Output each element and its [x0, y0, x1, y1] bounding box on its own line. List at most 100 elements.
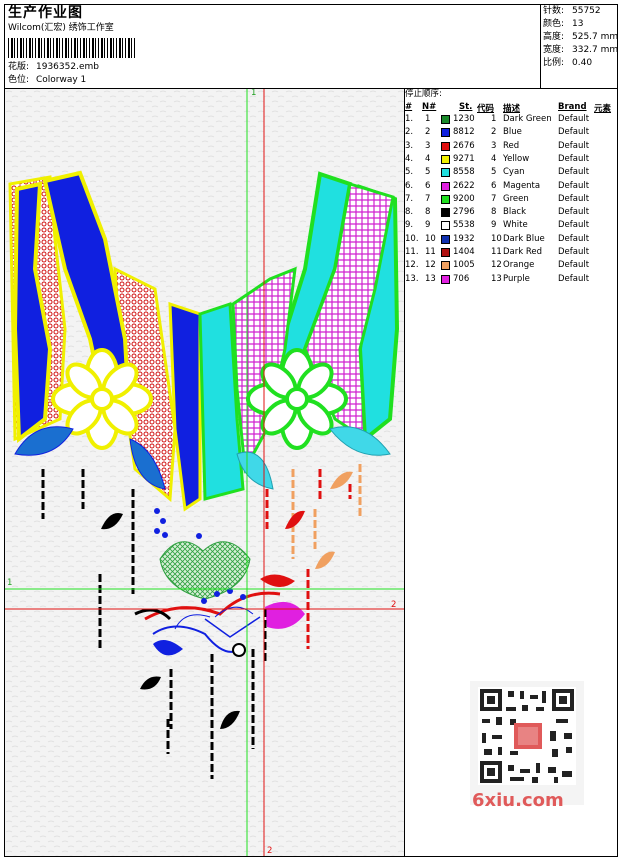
color-swatch: [441, 141, 450, 151]
legend-description: Orange: [503, 260, 535, 271]
legend-stitches: 9200: [453, 193, 475, 204]
legend-needle: 2: [425, 127, 431, 138]
legend-brand: Default: [558, 193, 590, 204]
legend-index: 2.: [405, 127, 414, 138]
legend-row: 6. 6 2622 6 Magenta Default: [405, 181, 617, 194]
legend-header-stitches: St.: [459, 102, 473, 112]
legend-brand: Default: [558, 153, 590, 164]
legend-index: 7.: [405, 193, 414, 204]
legend-code: 12: [491, 260, 502, 271]
legend-header-brand: Brand: [558, 102, 587, 112]
embroidery-preview: [5, 89, 404, 856]
colors-label: 颜色:: [543, 19, 565, 29]
legend-header-element: 元素: [594, 104, 612, 114]
barcode: [8, 38, 136, 58]
scale-value: 0.40: [572, 58, 593, 68]
scale-label: 比例:: [543, 58, 565, 68]
design-canvas[interactable]: 1 1 2 2: [5, 89, 404, 856]
stitches-value: 55752: [572, 6, 601, 16]
legend-stitches: 1005: [453, 260, 475, 271]
legend-code: 2: [491, 127, 497, 138]
legend-description: Green: [503, 193, 529, 204]
width-value: 332.7 mm: [572, 45, 619, 55]
legend-row: 11. 11 1404 11 Dark Red Default: [405, 247, 617, 260]
legend-stitches: 5538: [453, 220, 475, 231]
color-swatch: [441, 128, 450, 138]
legend-stitches: 2676: [453, 140, 475, 151]
legend-brand: Default: [558, 247, 590, 257]
colors-value: 13: [572, 19, 584, 29]
legend-code: 4: [491, 153, 497, 164]
legend-row: 13. 13 706 13 Purple Default: [405, 274, 617, 287]
legend-stitches: 8812: [453, 127, 475, 138]
color-swatch: [441, 208, 450, 218]
legend-brand: Default: [558, 127, 590, 138]
legend-needle: 13: [425, 273, 436, 284]
legend-row: 5. 5 8558 5 Cyan Default: [405, 167, 617, 180]
legend-code: 1: [491, 114, 497, 124]
stats-divider: [540, 4, 541, 88]
marker-v2-bottom: 2: [267, 846, 273, 856]
legend-description: Blue: [503, 127, 522, 138]
height-value: 525.7 mm: [572, 32, 619, 42]
legend-brand: Default: [558, 180, 590, 191]
legend-needle: 10: [425, 233, 436, 244]
legend-index: 9.: [405, 220, 414, 231]
legend-stitches: 1404: [453, 247, 475, 257]
legend-stitches: 2796: [453, 207, 475, 218]
legend-title: 停止顺序:: [405, 89, 442, 99]
legend-brand: Default: [558, 260, 590, 271]
legend-needle: 5: [425, 167, 431, 178]
marker-v1-top: 1: [251, 89, 257, 98]
legend-brand: Default: [558, 273, 590, 284]
legend-stitches: 2622: [453, 180, 475, 191]
legend-brand: Default: [558, 220, 590, 231]
legend-needle: 6: [425, 180, 431, 191]
legend-description: White: [503, 220, 528, 231]
legend-code: 13: [491, 273, 502, 284]
color-swatch: [441, 274, 450, 284]
legend-brand: Default: [558, 114, 590, 124]
color-swatch: [441, 168, 450, 178]
legend-brand: Default: [558, 140, 590, 151]
legend-index: 4.: [405, 153, 414, 164]
legend-row: 4. 4 9271 4 Yellow Default: [405, 154, 617, 167]
legend-needle: 12: [425, 260, 436, 271]
legend-description: Cyan: [503, 167, 525, 178]
legend-index: 3.: [405, 140, 414, 151]
legend-needle: 11: [425, 247, 436, 257]
height-label: 高度:: [543, 32, 565, 42]
legend-header-code: 代码: [477, 104, 495, 114]
legend-index: 10.: [405, 233, 419, 244]
legend-code: 3: [491, 140, 497, 151]
legend-index: 5.: [405, 167, 414, 178]
legend-row: 1. 1 1230 1 Dark Green Default: [405, 114, 617, 127]
legend-stitches: 8558: [453, 167, 475, 178]
legend-code: 10: [491, 233, 502, 244]
legend-stitches: 1230: [453, 114, 475, 124]
legend-description: Black: [503, 207, 526, 218]
legend-index: 11.: [405, 247, 419, 257]
width-label: 宽度:: [543, 45, 565, 55]
legend-index: 8.: [405, 207, 414, 218]
legend-header-number: N#: [422, 102, 437, 112]
color-swatch: [441, 154, 450, 164]
design-value: 1936352.emb: [36, 62, 99, 72]
qr-code-icon: [470, 681, 584, 805]
legend-description: Purple: [503, 273, 530, 284]
page-title: 生产作业图: [8, 5, 83, 21]
legend-row: 3. 3 2676 3 Red Default: [405, 141, 617, 154]
legend-index: 13.: [405, 273, 419, 284]
legend-header-index: #: [405, 102, 413, 112]
watermark-text: 6xiu.com: [472, 790, 564, 811]
legend-row: 9. 9 5538 9 White Default: [405, 220, 617, 233]
legend-description: Yellow: [503, 153, 530, 164]
color-swatch: [441, 194, 450, 204]
legend-needle: 3: [425, 140, 431, 151]
legend-needle: 1: [425, 114, 431, 124]
legend-brand: Default: [558, 233, 590, 244]
legend-description: Dark Blue: [503, 233, 545, 244]
colorway-value: Colorway 1: [36, 75, 87, 85]
color-swatch: [441, 221, 450, 231]
legend-needle: 7: [425, 193, 431, 204]
